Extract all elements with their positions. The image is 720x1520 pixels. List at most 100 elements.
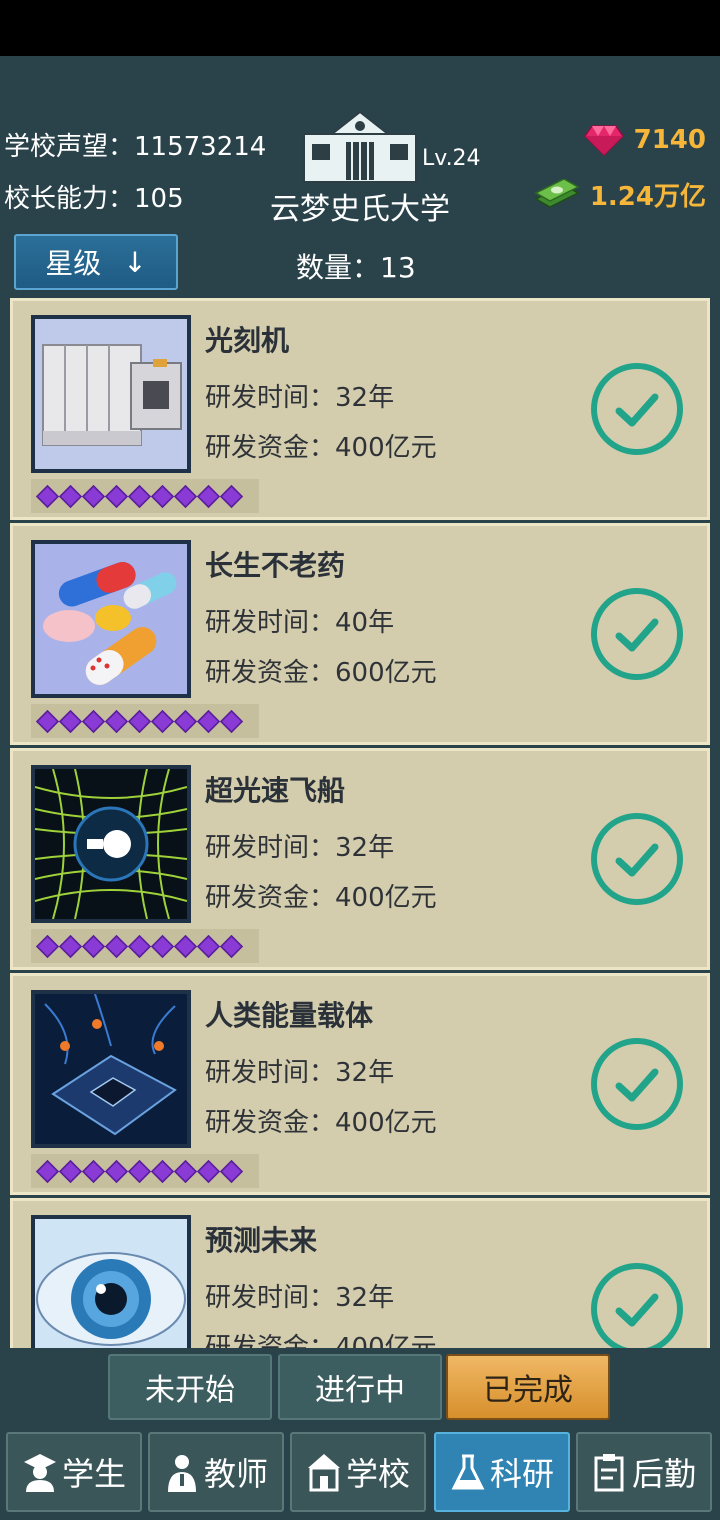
star-diamond-icon xyxy=(81,1159,106,1183)
star-diamond-icon xyxy=(127,709,152,733)
completed-check-icon xyxy=(591,588,683,680)
research-name: 人类能量载体 xyxy=(205,999,374,1032)
star-diamond-icon xyxy=(104,709,129,733)
tab-not-started[interactable]: 未开始 xyxy=(108,1354,272,1420)
pills-image xyxy=(31,540,191,698)
star-rating xyxy=(31,704,259,738)
gem-icon xyxy=(583,125,624,156)
star-diamond-icon xyxy=(81,709,106,733)
research-fund: 研发资金：600亿元 xyxy=(205,658,437,688)
research-time: 研发时间：40年 xyxy=(205,608,395,638)
star-rating xyxy=(31,929,259,963)
flask-icon xyxy=(451,1454,485,1490)
nav-research[interactable]: 科研 xyxy=(434,1432,570,1512)
star-diamond-icon xyxy=(104,1159,129,1183)
star-diamond-icon xyxy=(173,934,198,958)
star-diamond-icon xyxy=(196,709,221,733)
sort-by-star-button[interactable]: 星级 ↓ xyxy=(14,234,178,290)
star-diamond-icon xyxy=(35,1159,60,1183)
money-display: 1.24万亿 xyxy=(534,176,706,213)
school-level: Lv.24 xyxy=(422,146,481,171)
star-diamond-icon xyxy=(150,1159,175,1183)
nav-students[interactable]: 学生 xyxy=(6,1432,142,1512)
research-name: 光刻机 xyxy=(205,324,290,357)
research-fund: 研发资金：400亿元 xyxy=(205,883,437,913)
research-card[interactable]: 超光速飞船 研发时间：32年 研发资金：400亿元 xyxy=(10,748,710,970)
star-diamond-icon xyxy=(104,484,129,508)
star-diamond-icon xyxy=(81,934,106,958)
star-diamond-icon xyxy=(150,709,175,733)
research-fund: 研发资金：400亿元 xyxy=(205,1108,437,1138)
count-label: 数量： xyxy=(296,251,381,284)
research-card[interactable]: 人类能量载体 研发时间：32年 研发资金：400亿元 xyxy=(10,973,710,1195)
clipboard-icon xyxy=(594,1454,624,1492)
star-diamond-icon xyxy=(219,1159,244,1183)
nav-label: 科研 xyxy=(489,1455,554,1493)
research-name: 预测未来 xyxy=(205,1224,318,1257)
star-diamond-icon xyxy=(219,934,244,958)
warp-ship-image xyxy=(31,765,191,923)
research-time: 研发时间：32年 xyxy=(205,1283,395,1313)
research-time: 研发时间：32年 xyxy=(205,383,395,413)
star-diamond-icon xyxy=(196,484,221,508)
tab-completed[interactable]: 已完成 xyxy=(446,1354,610,1420)
star-diamond-icon xyxy=(104,934,129,958)
count-value: 13 xyxy=(380,251,416,284)
list-toolbar: 星级 ↓ 数量：13 xyxy=(0,232,720,294)
gems-display: 7140 xyxy=(583,124,706,156)
research-name: 超光速飞船 xyxy=(205,774,346,807)
completed-check-icon xyxy=(591,1038,683,1130)
nav-label: 后勤 xyxy=(631,1455,696,1493)
star-diamond-icon xyxy=(173,709,198,733)
star-rating xyxy=(31,1154,259,1188)
star-diamond-icon xyxy=(35,484,60,508)
lithography-machine-image xyxy=(31,315,191,473)
nav-school[interactable]: 学校 xyxy=(290,1432,426,1512)
student-icon xyxy=(23,1454,56,1492)
tab-in-progress[interactable]: 进行中 xyxy=(278,1354,442,1420)
nav-label: 学校 xyxy=(345,1455,410,1493)
chip-image xyxy=(31,990,191,1148)
star-diamond-icon xyxy=(58,484,83,508)
star-diamond-icon xyxy=(196,1159,221,1183)
star-diamond-icon xyxy=(35,709,60,733)
school-building-icon[interactable] xyxy=(300,108,420,184)
money-value: 1.24万亿 xyxy=(589,182,706,212)
reputation-value: 11573214 xyxy=(134,132,267,162)
research-count: 数量：13 xyxy=(296,246,416,286)
gems-value: 7140 xyxy=(633,125,706,155)
nav-logistics[interactable]: 后勤 xyxy=(576,1432,712,1512)
teacher-icon xyxy=(167,1455,196,1492)
bottom-navigation: 学生 教师 学校 科研 后勤 xyxy=(0,1426,720,1520)
research-fund: 研发资金：400亿元 xyxy=(205,1333,437,1348)
research-name: 长生不老药 xyxy=(205,549,346,582)
research-list[interactable]: 光刻机 研发时间：32年 研发资金：400亿元 长生不老药 研发时间：40年 研… xyxy=(10,298,710,1348)
star-diamond-icon xyxy=(219,484,244,508)
research-time: 研发时间：32年 xyxy=(205,1058,395,1088)
research-card[interactable]: 预测未来 研发时间：32年 研发资金：400亿元 xyxy=(10,1198,710,1348)
star-diamond-icon xyxy=(127,1159,152,1183)
research-time: 研发时间：32年 xyxy=(205,833,395,863)
nav-teachers[interactable]: 教师 xyxy=(148,1432,284,1512)
star-diamond-icon xyxy=(127,934,152,958)
school-icon xyxy=(307,1454,340,1492)
completed-check-icon xyxy=(591,363,683,455)
nav-label: 学生 xyxy=(61,1455,126,1493)
nav-label: 教师 xyxy=(203,1455,268,1493)
research-card[interactable]: 光刻机 研发时间：32年 研发资金：400亿元 xyxy=(10,298,710,520)
star-diamond-icon xyxy=(196,934,221,958)
star-diamond-icon xyxy=(58,934,83,958)
star-diamond-icon xyxy=(150,934,175,958)
sort-arrow-icon: ↓ xyxy=(123,245,147,279)
status-bar xyxy=(0,0,720,56)
star-diamond-icon xyxy=(173,1159,198,1183)
completed-check-icon xyxy=(591,1263,683,1348)
completed-check-icon xyxy=(591,813,683,905)
star-diamond-icon xyxy=(81,484,106,508)
money-icon xyxy=(534,178,580,208)
star-diamond-icon xyxy=(219,709,244,733)
sort-label: 星级 xyxy=(45,247,102,280)
star-diamond-icon xyxy=(127,484,152,508)
research-card[interactable]: 长生不老药 研发时间：40年 研发资金：600亿元 xyxy=(10,523,710,745)
eye-image xyxy=(31,1215,191,1348)
